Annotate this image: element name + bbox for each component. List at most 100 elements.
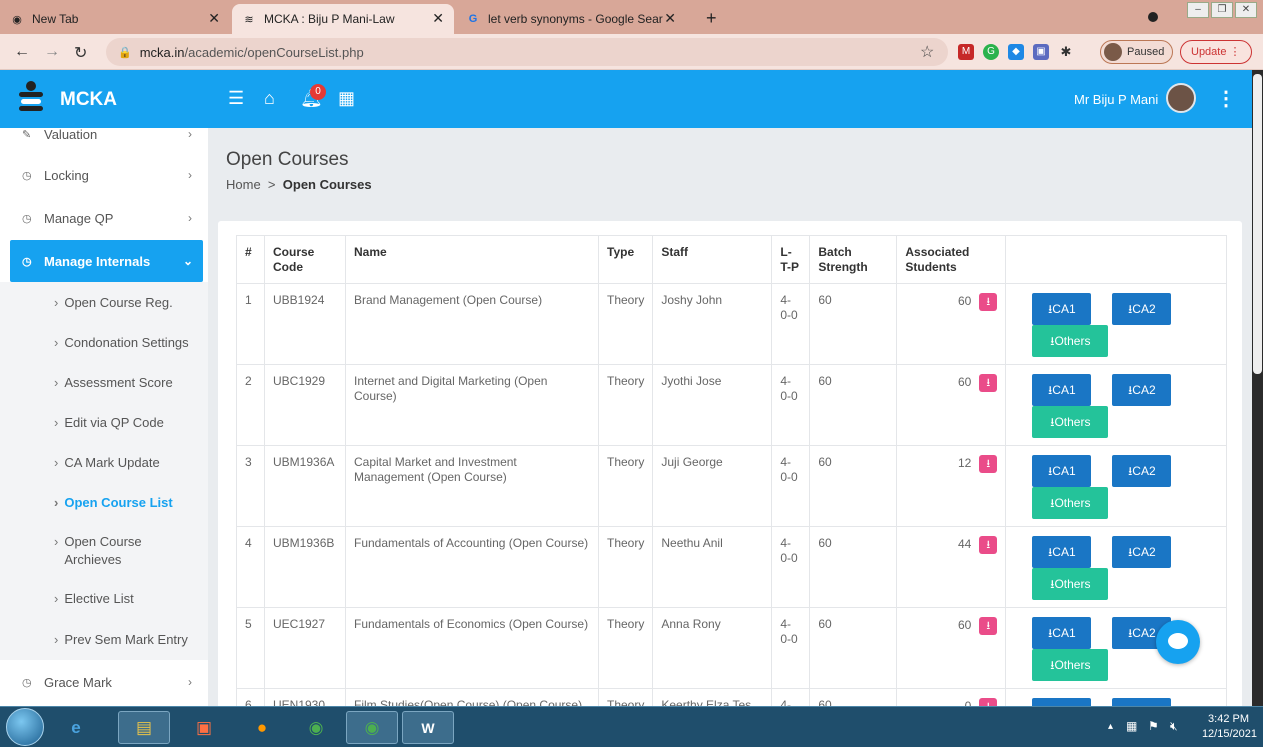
sidebar-subitem-assessment-score[interactable]: › Assessment Score <box>0 362 208 402</box>
back-icon[interactable]: ← <box>14 43 30 61</box>
others-button[interactable]: ⭳Others <box>1032 487 1109 519</box>
ca1-button[interactable]: ⭳CA1 <box>1032 293 1092 325</box>
bookmark-star-icon[interactable]: ☆ <box>920 42 934 62</box>
profile-avatar <box>1104 43 1122 61</box>
extension-diamond-icon[interactable]: ◆ <box>1008 44 1024 60</box>
sidebar-item-locking[interactable]: ◷ Locking › <box>0 155 208 195</box>
others-button[interactable]: ⭳Others <box>1032 649 1109 681</box>
extension-m-icon[interactable]: M <box>958 44 974 60</box>
btn-label: CA1 <box>1052 464 1076 478</box>
chrome-profile-taskbar-icon[interactable]: ◉ <box>346 711 398 744</box>
sidebar-item-grace-mark[interactable]: ◷ Grace Mark › <box>0 662 208 702</box>
page-scrollbar[interactable] <box>1252 70 1263 706</box>
record-icon[interactable] <box>1148 12 1158 22</box>
google-icon: G <box>468 13 478 25</box>
user-name[interactable]: Mr Biju P Mani <box>1074 92 1158 107</box>
download-students-icon[interactable]: ⭳ <box>979 698 998 706</box>
btn-label: CA2 <box>1132 626 1156 640</box>
btn-label: Others <box>1054 658 1091 672</box>
scrollbar-thumb[interactable] <box>1253 74 1262 374</box>
close-window-icon[interactable]: ✕ <box>1235 2 1257 18</box>
sidebar-subitem-condonation-settings[interactable]: › Condonation Settings <box>0 322 208 362</box>
ca1-button[interactable]: ⭳CA1 <box>1032 617 1092 649</box>
others-button[interactable]: ⭳Others <box>1032 325 1109 357</box>
home-icon[interactable]: ⌂ <box>264 88 275 109</box>
url-input[interactable]: 🔒 mcka.in/academic/openCourseList.php <box>106 38 948 66</box>
user-avatar[interactable] <box>1166 83 1196 113</box>
clock-time[interactable]: 3:42 PM <box>1208 713 1249 725</box>
others-button[interactable]: ⭳Others <box>1032 568 1109 600</box>
download-students-icon[interactable]: ⭳ <box>979 617 998 635</box>
cell-actions: ⭳CA1 ⭳CA2 <box>1005 688 1228 706</box>
reload-icon[interactable]: ↻ <box>74 43 87 63</box>
ca2-button[interactable]: ⭳CA2 <box>1112 374 1172 406</box>
close-tab-icon[interactable]: ✕ <box>664 10 676 27</box>
sidebar-subitem-edit-via-qp-code[interactable]: › Edit via QP Code <box>0 402 208 442</box>
chat-bubble-button[interactable] <box>1156 620 1200 664</box>
ca2-button[interactable]: ⭳CA2 <box>1112 698 1172 706</box>
ca2-button[interactable]: ⭳CA2 <box>1112 536 1172 568</box>
download-students-icon[interactable]: ⭳ <box>979 455 998 473</box>
btn-label: CA1 <box>1052 545 1076 559</box>
sidebar-item-manage-internals[interactable]: ◷ Manage Internals ⌄ <box>10 240 203 282</box>
sidebar-subitem-open-course-list[interactable]: › Open Course List <box>0 482 208 522</box>
media-player-icon[interactable]: ▣ <box>178 711 230 744</box>
extension-screen-icon[interactable]: ▣ <box>1033 44 1049 60</box>
cell-type: Theory <box>597 364 654 446</box>
chevron-right-icon: › <box>54 414 59 430</box>
btn-label: CA1 <box>1052 626 1076 640</box>
volume-muted-icon[interactable]: 🔇︎ <box>1170 719 1178 734</box>
forward-icon[interactable]: → <box>44 43 60 61</box>
sidebar-subitem-open-course-archieves[interactable]: › Open Course Archieves <box>0 522 208 578</box>
firefox-icon[interactable]: ● <box>236 711 288 744</box>
sidebar-subitem-elective-list[interactable]: › Elective List <box>0 578 208 618</box>
more-options-icon[interactable]: ⋮ <box>1216 86 1236 111</box>
sidebar-subitem-open-course-reg[interactable]: › Open Course Reg. <box>0 282 208 322</box>
cell-name: Brand Management (Open Course) <box>345 283 599 365</box>
word-icon[interactable]: W <box>402 711 454 744</box>
ca1-button[interactable]: ⭳CA1 <box>1032 374 1092 406</box>
profile-paused-button[interactable]: Paused <box>1100 40 1174 64</box>
sidebar-item-manage-qp[interactable]: ◷ Manage QP › <box>0 198 208 238</box>
breadcrumb-home[interactable]: Home <box>226 177 261 192</box>
apps-grid-icon[interactable]: ▦ <box>338 88 355 109</box>
close-tab-icon[interactable]: ✕ <box>432 10 444 27</box>
tab-new-tab[interactable]: ◉ New Tab ✕ <box>0 4 230 34</box>
minimize-icon[interactable]: – <box>1187 2 1209 18</box>
close-tab-icon[interactable]: ✕ <box>208 10 220 27</box>
extensions-puzzle-icon[interactable]: ✱ <box>1058 44 1074 60</box>
ca2-button[interactable]: ⭳CA2 <box>1112 293 1172 325</box>
network-icon[interactable]: ▦ <box>1126 719 1137 733</box>
ca2-button[interactable]: ⭳CA2 <box>1112 455 1172 487</box>
chevron-right-icon: › <box>54 334 59 350</box>
chrome-taskbar-icon[interactable]: ◉ <box>290 711 342 744</box>
download-students-icon[interactable]: ⭳ <box>979 293 998 311</box>
ca1-button[interactable]: ⭳CA1 <box>1032 536 1092 568</box>
tab-google[interactable]: G let verb synonyms - Google Sear ✕ <box>456 4 686 34</box>
clock-date[interactable]: 12/15/2021 <box>1202 728 1257 740</box>
sidebar-subitem-ca-mark-update[interactable]: › CA Mark Update <box>0 442 208 482</box>
internet-explorer-icon[interactable]: e <box>50 711 102 744</box>
file-explorer-icon[interactable]: ▤ <box>118 711 170 744</box>
action-center-icon[interactable]: ⚑ <box>1148 719 1159 733</box>
download-students-icon[interactable]: ⭳ <box>979 536 998 554</box>
new-tab-icon[interactable]: + <box>706 8 717 29</box>
sidebar-item-valuation[interactable]: ✎ Valuation › <box>0 128 208 154</box>
notification-badge: 0 <box>310 84 326 100</box>
ca1-button[interactable]: ⭳CA1 <box>1032 455 1092 487</box>
sidebar-subitem-prev-sem-mark-entry[interactable]: › Prev Sem Mark Entry <box>0 618 208 660</box>
chevron-right-icon: › <box>54 454 59 470</box>
sidebar-subitem-label: CA Mark Update <box>64 454 160 470</box>
col-header-type: Type <box>597 235 654 284</box>
others-button[interactable]: ⭳Others <box>1032 406 1109 438</box>
start-button[interactable] <box>6 708 44 746</box>
menu-toggle-icon[interactable]: ☰ <box>228 88 244 109</box>
grammarly-icon[interactable]: G <box>983 44 999 60</box>
download-students-icon[interactable]: ⭳ <box>979 374 998 392</box>
update-button[interactable]: Update ⋮ <box>1180 40 1252 64</box>
tab-mcka[interactable]: ≋ MCKA : Biju P Mani-Law ✕ <box>232 4 454 34</box>
tray-expand-icon[interactable]: ▴ <box>1108 721 1113 732</box>
ca1-button[interactable]: ⭳CA1 <box>1032 698 1092 706</box>
chevron-down-icon: ⌄ <box>182 254 193 268</box>
restore-icon[interactable]: ❐ <box>1211 2 1233 18</box>
